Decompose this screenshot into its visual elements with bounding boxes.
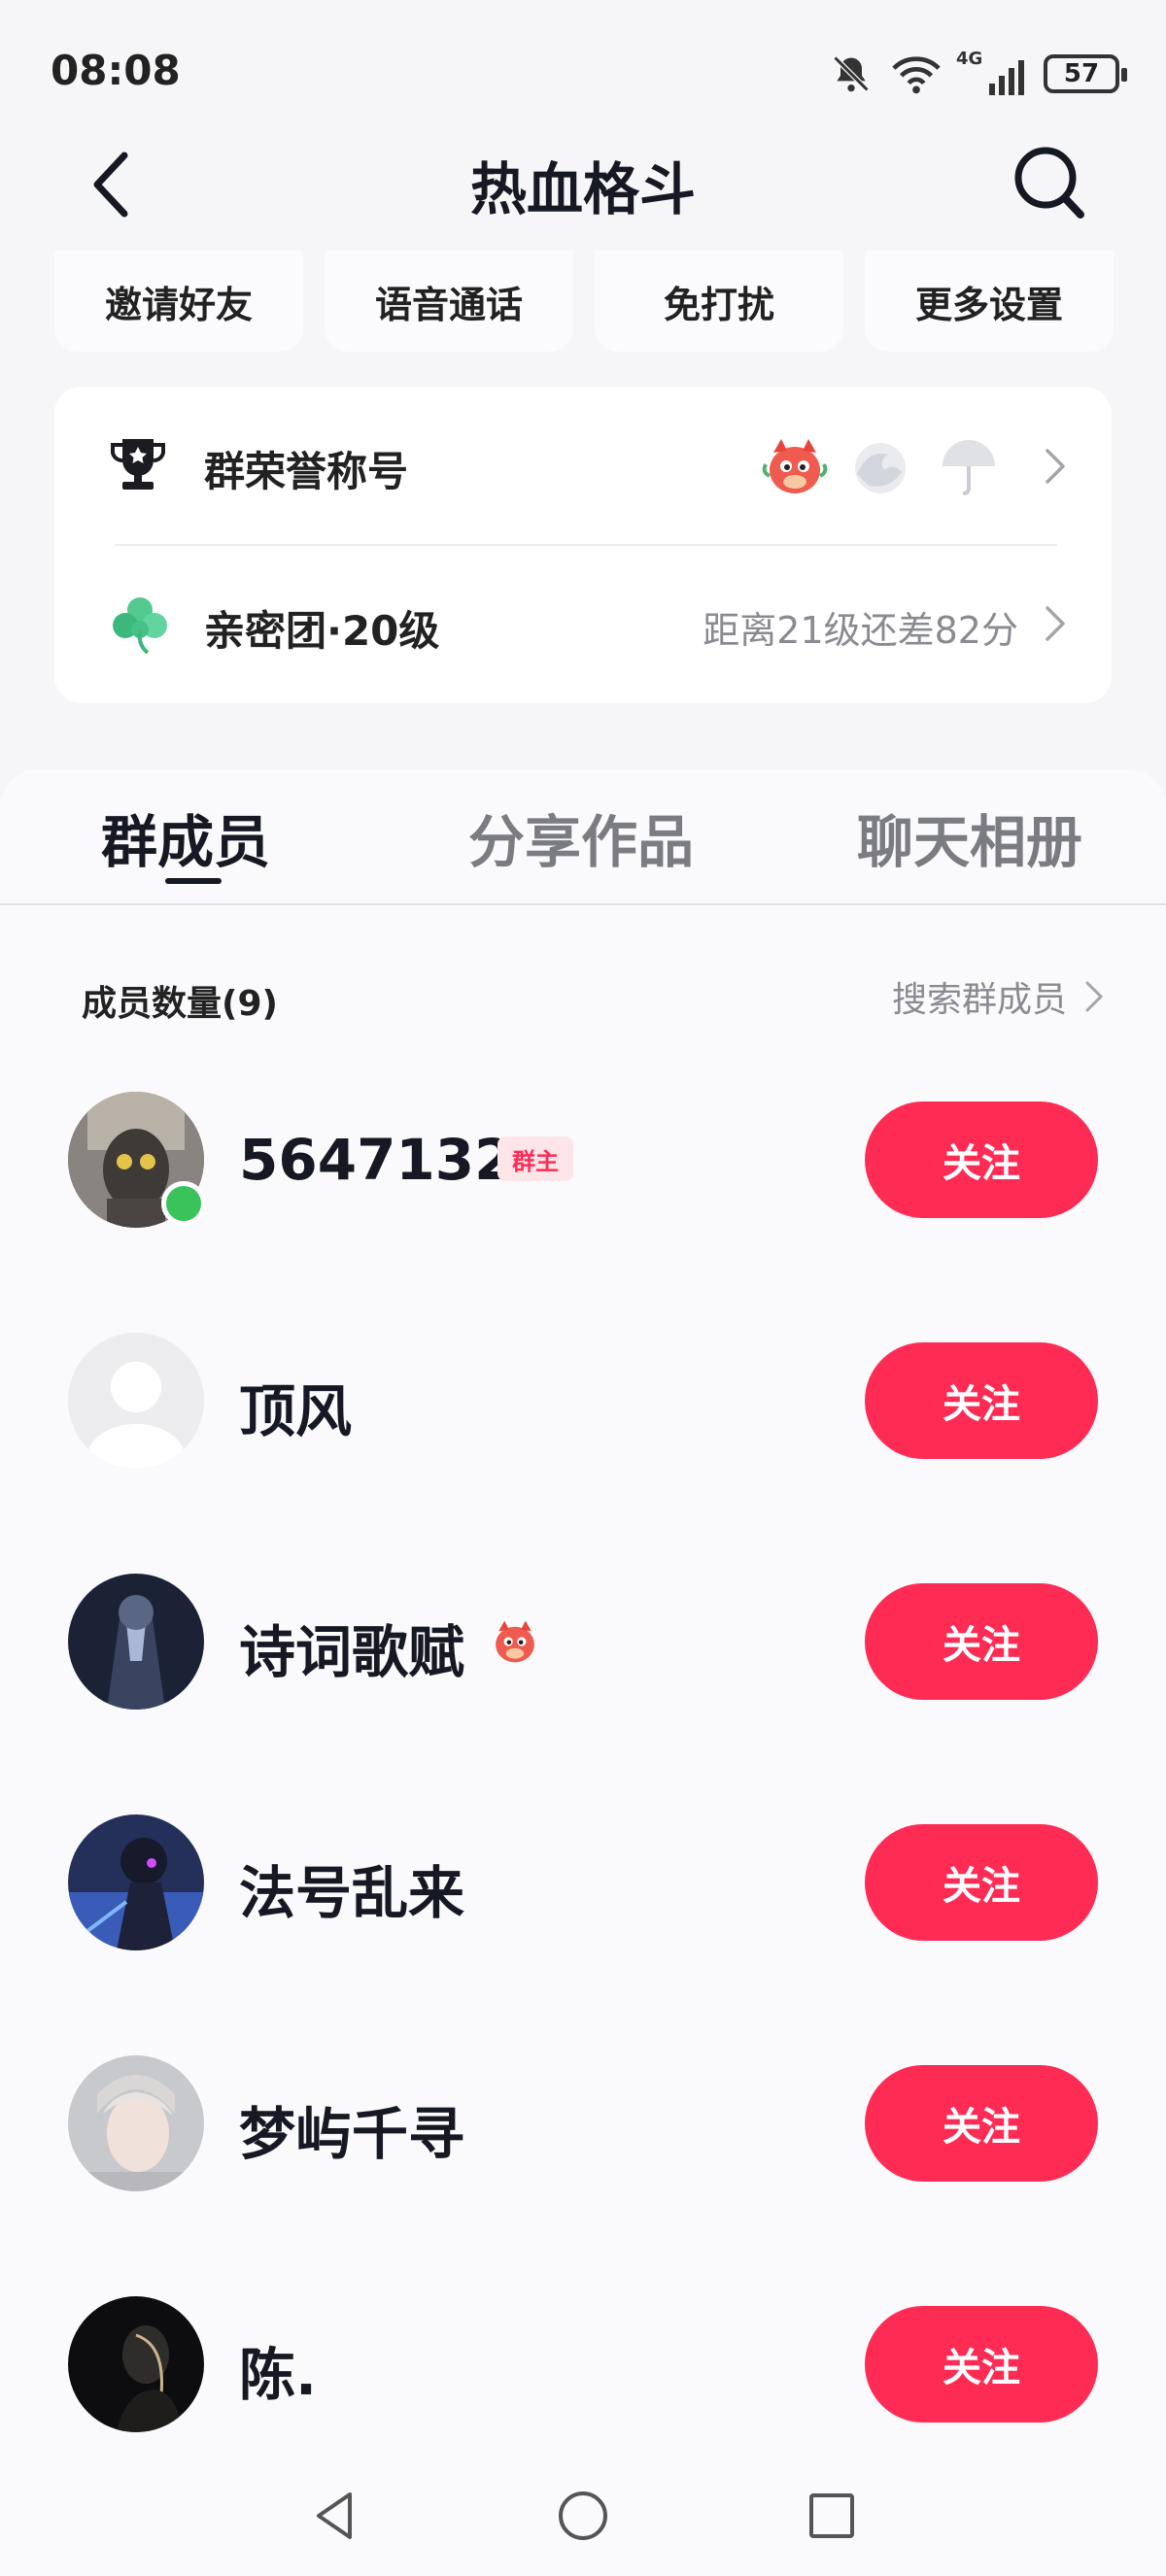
tabs-divider	[0, 903, 1166, 905]
avatar-image	[68, 1814, 204, 1950]
member-name: 法号乱来	[239, 1860, 465, 1926]
follow-button[interactable]: 关注	[865, 2065, 1098, 2182]
avatar[interactable]	[68, 1333, 204, 1469]
follow-button[interactable]: 关注	[865, 1102, 1098, 1218]
network-label: 4G	[956, 49, 983, 69]
avatar[interactable]	[68, 1574, 204, 1710]
search-members-link[interactable]: 搜索群成员	[892, 971, 1104, 1022]
battery-icon: 57	[1044, 54, 1127, 93]
intimacy-level-hint: 距离21级还差82分	[703, 609, 1018, 652]
mute-bell-icon	[833, 55, 870, 92]
follow-button[interactable]: 关注	[865, 2306, 1098, 2423]
invite-friends-label: 邀请好友	[104, 283, 253, 326]
signal-icon: 4G	[956, 49, 1024, 95]
member-name: 诗词歌赋	[239, 1619, 465, 1685]
avatar[interactable]	[68, 1814, 204, 1950]
search-members-chevron-icon	[1085, 981, 1104, 1012]
do-not-disturb-button[interactable]: 免打扰	[595, 251, 843, 352]
clover-icon	[113, 597, 167, 655]
search-button[interactable]	[1011, 141, 1088, 223]
avatar[interactable]	[68, 2296, 204, 2432]
home-circle-icon[interactable]	[554, 2487, 612, 2545]
wave-badge-icon	[855, 443, 906, 493]
invite-friends-button[interactable]: 邀请好友	[54, 251, 303, 352]
more-settings-button[interactable]: 更多设置	[865, 251, 1114, 352]
tab-group-members[interactable]: 群成员	[101, 797, 270, 878]
avatar[interactable]	[68, 2055, 204, 2191]
group-honor-label: 群荣誉称号	[204, 448, 409, 495]
trophy-icon	[111, 439, 165, 490]
recents-square-icon[interactable]	[803, 2487, 861, 2545]
dragon-badge-icon	[496, 1620, 534, 1663]
battery-level: 57	[1063, 59, 1100, 88]
search-icon	[1014, 147, 1084, 219]
member-name: 5647132	[239, 1127, 514, 1193]
follow-button[interactable]: 关注	[865, 1342, 1098, 1459]
status-time: 08:08	[51, 47, 181, 94]
avatar-image	[68, 1574, 204, 1710]
voice-call-button[interactable]: 语音通话	[325, 251, 573, 352]
more-settings-label: 更多设置	[914, 283, 1063, 326]
status-icons: 4G 57	[830, 47, 1127, 101]
follow-button[interactable]: 关注	[865, 1824, 1098, 1941]
page-title: 热血格斗	[469, 156, 696, 222]
do-not-disturb-label: 免打扰	[663, 283, 774, 326]
dragon-badge-icon	[762, 439, 828, 493]
member-count: 成员数量(9)	[82, 984, 278, 1024]
avatar-image	[68, 2296, 204, 2432]
owner-badge: 群主	[497, 1136, 573, 1181]
avatar-image	[68, 2055, 204, 2191]
member-name: 梦屿千寻	[239, 2101, 465, 2167]
honor-chevron-right-icon	[1046, 449, 1065, 484]
wifi-icon	[892, 56, 941, 94]
member-name: 顶风	[239, 1378, 353, 1444]
search-members-label: 搜索群成员	[891, 980, 1067, 1020]
voice-call-label: 语音通话	[374, 283, 523, 326]
default-avatar-icon	[68, 1333, 204, 1469]
umbrella-badge-icon	[943, 440, 995, 495]
follow-button[interactable]: 关注	[865, 1583, 1098, 1700]
intimacy-chevron-right-icon	[1046, 606, 1065, 641]
back-triangle-icon[interactable]	[307, 2487, 365, 2545]
online-status-dot	[161, 1181, 206, 1226]
tab-chat-album[interactable]: 聊天相册	[857, 797, 1082, 878]
tab-shared-works[interactable]: 分享作品	[468, 797, 694, 878]
tab-active-indicator	[165, 878, 222, 884]
intimacy-group-label: 亲密团·20级	[204, 607, 440, 655]
member-name: 陈.	[239, 2342, 318, 2408]
